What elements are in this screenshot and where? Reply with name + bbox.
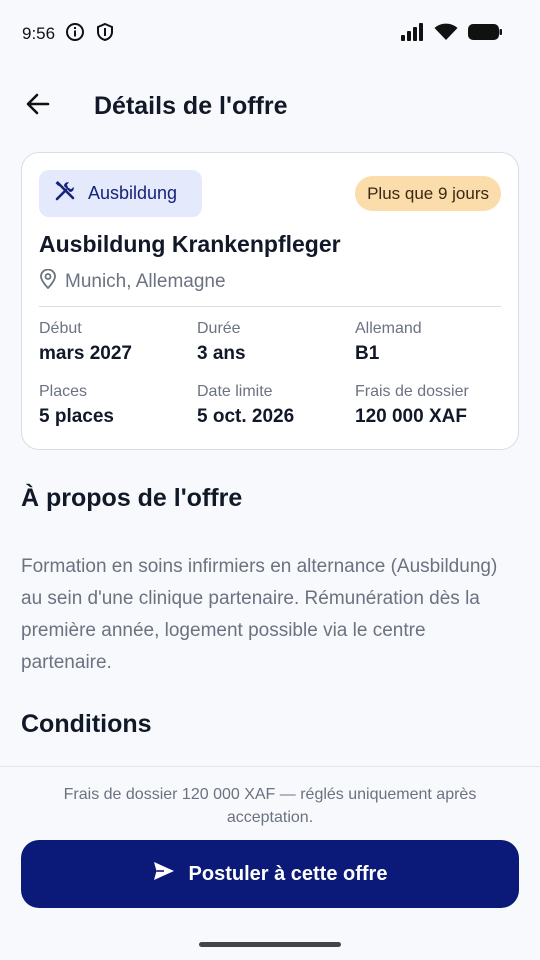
detail-value: 5 places xyxy=(39,406,114,427)
back-arrow-icon xyxy=(25,91,51,122)
detail-value: mars 2027 xyxy=(39,343,132,364)
location-text: Munich, Allemagne xyxy=(65,271,226,292)
detail-german-level: Allemand B1 xyxy=(355,320,422,365)
status-bar: 9:56 xyxy=(0,0,540,68)
page-title: Détails de l'offre xyxy=(94,91,288,120)
conditions-section-title: Conditions xyxy=(21,710,152,738)
detail-label: Date limite xyxy=(197,383,273,400)
status-time: 9:56 xyxy=(22,24,56,43)
shield-icon xyxy=(95,22,115,47)
detail-value: 3 ans xyxy=(197,343,246,364)
offer-title: Ausbildung Krankenpfleger xyxy=(39,231,341,257)
status-left: 9:56 xyxy=(22,22,115,47)
wifi-icon xyxy=(434,23,458,46)
location-pin-icon xyxy=(39,268,57,295)
send-icon xyxy=(153,861,175,887)
about-section-title: À propos de l'offre xyxy=(21,484,243,512)
detail-label: Allemand xyxy=(355,320,422,337)
detail-label: Début xyxy=(39,320,82,337)
info-icon xyxy=(65,22,85,47)
detail-fees: Frais de dossier 120 000 XAF xyxy=(355,383,469,428)
detail-value: 120 000 XAF xyxy=(355,406,467,427)
detail-label: Places xyxy=(39,383,88,400)
apply-button-label: Postuler à cette offre xyxy=(188,862,388,885)
deadline-badge: Plus que 9 jours xyxy=(355,176,501,211)
detail-start: Début mars 2027 xyxy=(39,320,132,365)
battery-icon xyxy=(468,23,502,46)
offer-type-label: Ausbildung xyxy=(88,183,178,203)
detail-places: Places 5 places xyxy=(39,383,114,428)
detail-value: B1 xyxy=(355,343,380,364)
detail-value: 5 oct. 2026 xyxy=(197,406,295,427)
status-right xyxy=(400,22,502,46)
offer-summary-card: Ausbildung Plus que 9 jours Ausbildung K… xyxy=(21,152,519,450)
fee-note: Frais de dossier 120 000 XAF — réglés un… xyxy=(63,786,477,826)
back-button[interactable] xyxy=(12,80,64,132)
detail-deadline: Date limite 5 oct. 2026 xyxy=(197,383,294,428)
tools-icon xyxy=(54,180,76,207)
detail-label: Frais de dossier xyxy=(355,383,469,400)
offer-type-chip: Ausbildung xyxy=(39,170,202,217)
card-divider xyxy=(39,306,501,307)
app-bar: Détails de l'offre xyxy=(0,76,540,136)
offer-location: Munich, Allemagne xyxy=(39,268,226,295)
detail-duration: Durée 3 ans xyxy=(197,320,246,365)
detail-label: Durée xyxy=(197,320,241,337)
about-description: Formation en soins infirmiers en alterna… xyxy=(21,556,498,673)
apply-button[interactable]: Postuler à cette offre xyxy=(21,840,519,908)
signal-icon xyxy=(400,22,424,46)
bottom-action-panel: Frais de dossier 120 000 XAF — réglés un… xyxy=(0,766,540,960)
home-indicator[interactable] xyxy=(199,942,341,947)
